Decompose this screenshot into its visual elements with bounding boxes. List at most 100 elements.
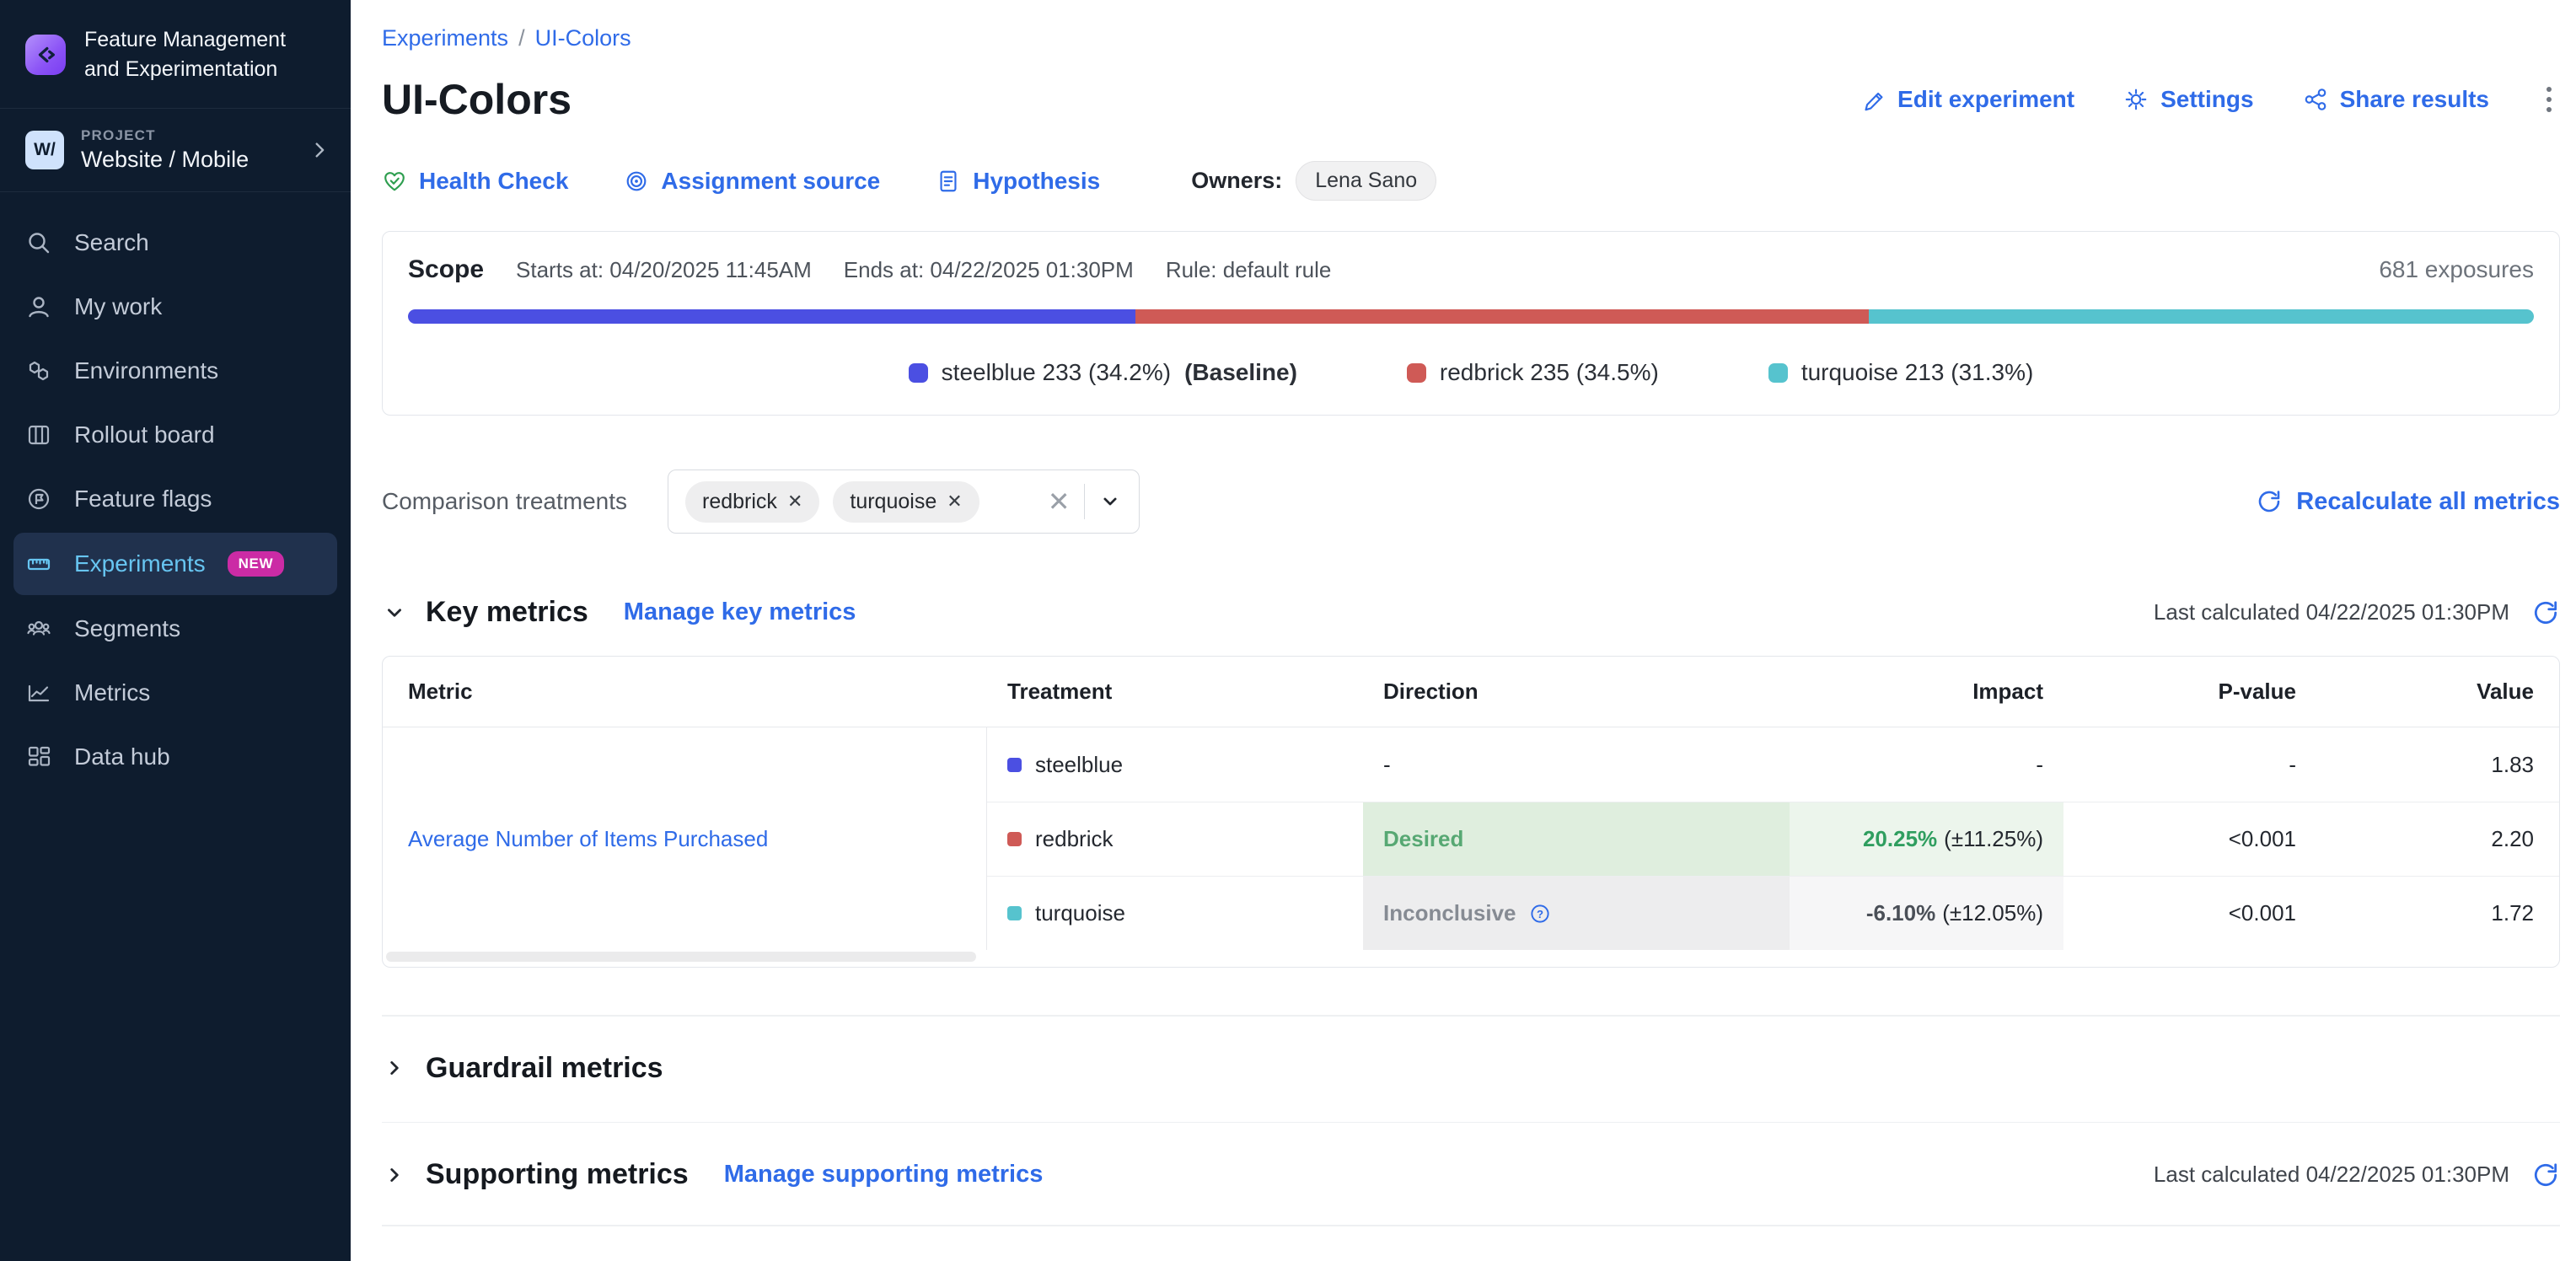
- chevron-down-icon[interactable]: [1098, 490, 1122, 513]
- expand-supporting-metrics-icon[interactable]: [382, 1162, 407, 1188]
- search-icon: [25, 229, 52, 256]
- treatments-multiselect[interactable]: redbrick ✕ turquoise ✕ ✕: [668, 470, 1140, 534]
- bar-segment-turquoise: [1869, 309, 2534, 324]
- project-switcher[interactable]: W/ PROJECT Website / Mobile: [0, 109, 351, 191]
- guardrail-metrics-header: Guardrail metrics: [382, 1052, 2560, 1085]
- direction-cell-desired: Desired: [1363, 802, 1790, 876]
- owners: Owners: Lena Sano: [1191, 161, 1436, 201]
- sidebar-item-feature-flags[interactable]: Feature flags: [0, 467, 351, 531]
- sidebar-item-metrics[interactable]: Metrics: [0, 661, 351, 725]
- page-header: UI-Colors Edit experiment Settings Share…: [382, 75, 2560, 124]
- clear-all-icon[interactable]: ✕: [1048, 488, 1071, 515]
- settings-button[interactable]: Settings: [2123, 86, 2253, 113]
- metric-link[interactable]: Average Number of Items Purchased: [408, 826, 768, 852]
- col-header-value: Value: [2316, 679, 2559, 705]
- impact-cell-inconclusive: -6.10% (±12.05%): [1790, 876, 2063, 950]
- project-name: Website / Mobile: [81, 147, 249, 173]
- p-value-cell: -: [2063, 727, 2316, 802]
- manage-supporting-metrics-link[interactable]: Manage supporting metrics: [724, 1161, 1044, 1189]
- bullseye-icon: [624, 169, 649, 194]
- last-calculated-text: Last calculated 04/22/2025 01:30PM: [2154, 599, 2509, 625]
- experiment-links: Health Check Assignment source Hypothesi…: [382, 161, 2560, 201]
- breadcrumb-experiments-link[interactable]: Experiments: [382, 25, 508, 51]
- breadcrumb: Experiments / UI-Colors: [382, 25, 2560, 51]
- divider: [1084, 484, 1086, 519]
- sidebar-nav: Search My work Environments Rollout boar…: [0, 192, 351, 789]
- sidebar-item-environments[interactable]: Environments: [0, 339, 351, 403]
- table-body: Average Number of Items Purchased steelb…: [383, 727, 2559, 950]
- scope-starts: Starts at: 04/20/2025 11:45AM: [516, 257, 812, 283]
- key-metrics-last-calculated: Last calculated 04/22/2025 01:30PM: [2154, 598, 2560, 627]
- sidebar-item-label: Data hub: [74, 743, 170, 770]
- scope-card: Scope Starts at: 04/20/2025 11:45AM Ends…: [382, 231, 2560, 416]
- breadcrumb-current-link[interactable]: UI-Colors: [535, 25, 631, 51]
- value-cell: 2.20: [2316, 802, 2559, 876]
- scope-rule: Rule: default rule: [1166, 257, 1332, 283]
- legend-label: turquoise 213 (31.3%): [1801, 359, 2034, 386]
- sidebar-item-search[interactable]: Search: [0, 211, 351, 275]
- last-calculated-text: Last calculated 04/22/2025 01:30PM: [2154, 1162, 2509, 1188]
- direction-cell-inconclusive: Inconclusive ?: [1363, 876, 1790, 950]
- impact-ci: (±11.25%): [1944, 826, 2043, 852]
- col-header-treatment: Treatment: [987, 679, 1363, 705]
- direction-cell: -: [1363, 727, 1790, 802]
- turquoise-swatch: [1007, 906, 1022, 920]
- table-header-row: Metric Treatment Direction Impact P-valu…: [383, 657, 2559, 727]
- expand-guardrail-metrics-icon[interactable]: [382, 1055, 407, 1081]
- assignment-source-link[interactable]: Assignment source: [624, 168, 880, 195]
- gear-icon: [2123, 87, 2149, 112]
- owner-chip[interactable]: Lena Sano: [1296, 161, 1436, 201]
- app-screen: Feature Management and Experimentation W…: [0, 0, 2576, 1261]
- steelblue-swatch: [1007, 758, 1022, 772]
- sidebar-item-experiments[interactable]: Experiments NEW: [13, 533, 337, 595]
- health-check-link[interactable]: Health Check: [382, 168, 568, 195]
- experiments-icon: [25, 550, 52, 577]
- impact-cell: -: [1790, 727, 2063, 802]
- turquoise-swatch: [1768, 363, 1788, 383]
- chip-label: redbrick: [702, 490, 777, 514]
- sidebar-item-label: Environments: [74, 357, 218, 384]
- key-metrics-title: Key metrics: [426, 596, 588, 629]
- divider: [382, 1225, 2560, 1226]
- refresh-icon[interactable]: [2531, 598, 2560, 627]
- divider: [382, 1122, 2560, 1124]
- breadcrumb-separator: /: [518, 25, 525, 51]
- legend-item-redbrick: redbrick 235 (34.5%): [1407, 359, 1659, 386]
- share-results-button[interactable]: Share results: [2303, 86, 2489, 113]
- horizontal-scrollbar[interactable]: [386, 952, 976, 962]
- hypothesis-link[interactable]: Hypothesis: [936, 168, 1100, 195]
- chip-turquoise[interactable]: turquoise ✕: [833, 481, 979, 523]
- steelblue-swatch: [909, 363, 928, 383]
- impact-ci: (±12.05%): [1942, 900, 2043, 926]
- help-icon[interactable]: ?: [1528, 902, 1552, 926]
- edit-experiment-button[interactable]: Edit experiment: [1860, 86, 2074, 113]
- chip-label: turquoise: [850, 490, 936, 514]
- p-value-cell: <0.001: [2063, 802, 2316, 876]
- share-results-label: Share results: [2340, 86, 2489, 113]
- chip-redbrick[interactable]: redbrick ✕: [685, 481, 819, 523]
- sidebar-item-data-hub[interactable]: Data hub: [0, 725, 351, 789]
- remove-chip-icon[interactable]: ✕: [947, 491, 962, 512]
- divider: [382, 1015, 2560, 1017]
- brand-title: Feature Management and Experimentation: [84, 25, 286, 84]
- sidebar-item-label: Experiments: [74, 550, 206, 577]
- sidebar-item-label: Metrics: [74, 679, 150, 706]
- owners-label: Owners:: [1191, 168, 1282, 194]
- user-icon: [25, 293, 52, 320]
- treatment-distribution-bar: [408, 309, 2534, 324]
- sidebar-item-my-work[interactable]: My work: [0, 275, 351, 339]
- remove-chip-icon[interactable]: ✕: [787, 491, 802, 512]
- more-options-button[interactable]: [2538, 82, 2560, 117]
- refresh-icon[interactable]: [2531, 1161, 2560, 1189]
- share-icon: [2303, 87, 2328, 112]
- legend-label: redbrick 235 (34.5%): [1440, 359, 1659, 386]
- refresh-icon: [2256, 488, 2283, 515]
- manage-key-metrics-link[interactable]: Manage key metrics: [624, 598, 856, 626]
- treatment-name: redbrick: [1035, 826, 1113, 852]
- collapse-key-metrics-icon[interactable]: [382, 600, 407, 625]
- sidebar-item-segments[interactable]: Segments: [0, 597, 351, 661]
- project-avatar: W/: [25, 131, 64, 169]
- sidebar-item-rollout-board[interactable]: Rollout board: [0, 403, 351, 467]
- data-hub-icon: [25, 743, 52, 770]
- recalculate-all-metrics-button[interactable]: Recalculate all metrics: [2256, 488, 2560, 516]
